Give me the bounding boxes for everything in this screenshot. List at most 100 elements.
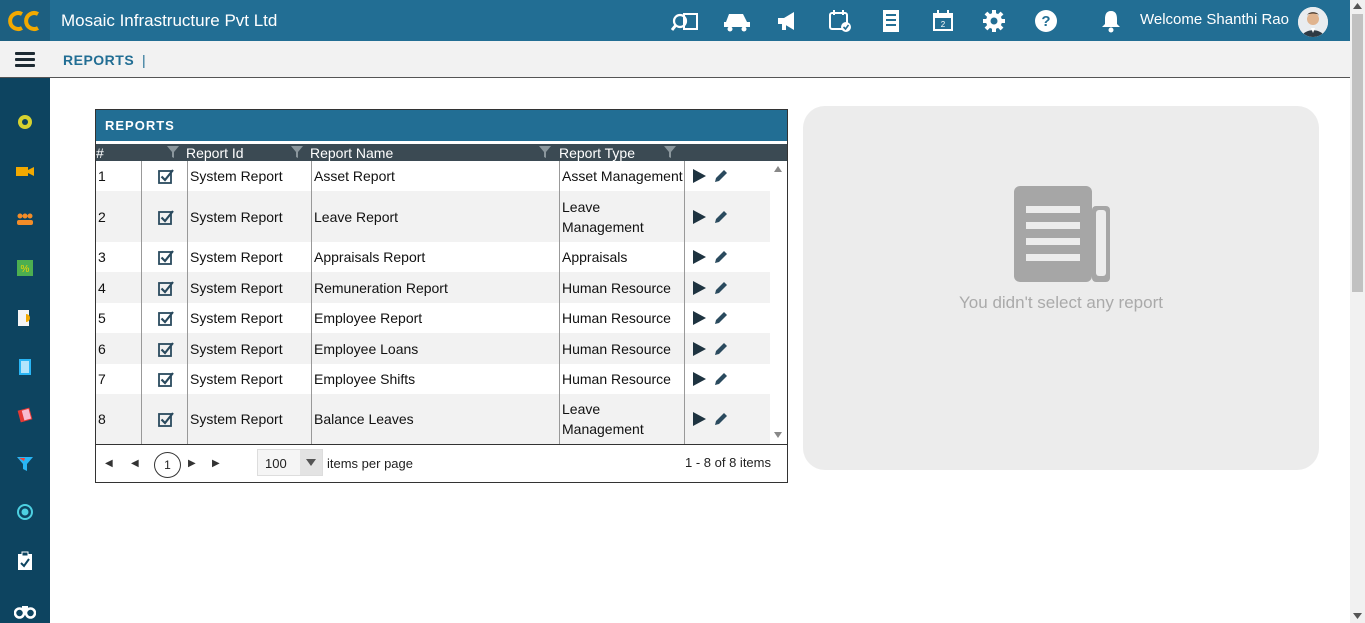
next-page-icon[interactable]: ▶: [188, 458, 196, 469]
eraser-icon[interactable]: [13, 403, 37, 427]
table-row[interactable]: 8 System Report Balance Leaves Leave Man…: [96, 394, 770, 444]
last-page-icon[interactable]: ▶​: [212, 458, 220, 469]
report-name-cell: Appraisals Report: [311, 242, 559, 272]
row-number: 8: [98, 411, 106, 427]
hamburger-menu-icon[interactable]: [15, 52, 35, 68]
table-row[interactable]: 2 System Report Leave Report Leave Manag…: [96, 191, 770, 242]
row-checkbox[interactable]: [141, 394, 187, 444]
edit-pencil-icon[interactable]: [713, 209, 729, 225]
report-type-cell: Human Resource: [559, 364, 684, 394]
row-checkbox[interactable]: [141, 272, 187, 303]
row-checkbox[interactable]: [141, 191, 187, 242]
scroll-up-icon[interactable]: [774, 166, 782, 172]
edit-pencil-icon[interactable]: [713, 168, 729, 184]
scroll-down-icon[interactable]: [1353, 613, 1362, 619]
document-list-icon[interactable]: [876, 6, 906, 36]
column-header-report-id[interactable]: Report Id: [186, 145, 244, 161]
row-checkbox[interactable]: [141, 242, 187, 272]
document-icon[interactable]: [13, 306, 37, 330]
checkbox-checked-icon: [157, 341, 174, 357]
checkbox-checked-icon: [157, 280, 174, 296]
row-actions: [684, 394, 770, 444]
logo-icon: [8, 10, 39, 31]
row-checkbox[interactable]: [141, 364, 187, 394]
search-report-icon[interactable]: [670, 6, 700, 36]
gear-icon[interactable]: [979, 6, 1009, 36]
binoculars-icon[interactable]: [13, 599, 37, 623]
column-filter-icon[interactable]: [291, 146, 303, 158]
target-icon[interactable]: [13, 500, 37, 524]
row-number: 6: [98, 340, 106, 357]
avatar[interactable]: [1298, 7, 1328, 37]
report-preview: You didn't select any report: [803, 106, 1319, 470]
run-report-icon[interactable]: [691, 249, 707, 265]
row-checkbox[interactable]: [141, 303, 187, 333]
filter-icon[interactable]: [13, 452, 37, 476]
table-row[interactable]: 7 System Report Employee Shifts Human Re…: [96, 364, 770, 394]
help-icon[interactable]: ?: [1031, 6, 1061, 36]
header-toolbar: 2 ?: [670, 6, 1148, 36]
row-number: 2: [98, 208, 106, 225]
edit-pencil-icon[interactable]: [713, 341, 729, 357]
megaphone-icon[interactable]: [773, 6, 803, 36]
row-checkbox[interactable]: [141, 333, 187, 364]
table-row[interactable]: 3 System Report Appraisals Report Apprai…: [96, 242, 770, 272]
edit-pencil-icon[interactable]: [713, 371, 729, 387]
column-header-report-type[interactable]: Report Type: [559, 145, 635, 161]
run-report-icon[interactable]: [691, 411, 707, 427]
report-id-cell: System Report: [187, 242, 311, 272]
page-size-value: 100: [265, 456, 287, 471]
pager-info: 1 - 8 of 8 items: [685, 455, 771, 470]
run-report-icon[interactable]: [691, 341, 707, 357]
run-report-icon[interactable]: [691, 209, 707, 225]
reports-panel: REPORTS # Report Id Report Name Report T…: [95, 109, 788, 483]
dashboard-icon[interactable]: [13, 110, 37, 134]
edit-pencil-icon[interactable]: [713, 411, 729, 427]
previous-page-icon[interactable]: ◀: [131, 458, 139, 469]
calendar-check-icon[interactable]: [825, 6, 855, 36]
clipboard-icon[interactable]: [13, 549, 37, 573]
table-row[interactable]: 6 System Report Employee Loans Human Res…: [96, 333, 770, 364]
table-row[interactable]: 4 System Report Remuneration Report Huma…: [96, 272, 770, 303]
row-number: 7: [98, 371, 106, 387]
table-row[interactable]: 1 System Report Asset Report Asset Manag…: [96, 161, 770, 191]
chevron-down-icon[interactable]: [300, 450, 322, 475]
grid-scrollbar[interactable]: [770, 161, 787, 444]
run-report-icon[interactable]: [691, 280, 707, 296]
scroll-down-icon[interactable]: [774, 432, 782, 438]
column-filter-icon[interactable]: [664, 146, 676, 158]
users-icon[interactable]: [13, 207, 37, 231]
first-page-icon[interactable]: ◀​: [105, 458, 113, 469]
welcome-user[interactable]: Welcome Shanthi Rao: [1140, 11, 1289, 28]
table-row[interactable]: 5 System Report Employee Report Human Re…: [96, 303, 770, 333]
column-header-report-name[interactable]: Report Name: [310, 145, 393, 161]
vehicle-icon[interactable]: [722, 6, 752, 36]
column-header-num[interactable]: #: [96, 145, 104, 161]
calendar-icon[interactable]: 2: [928, 6, 958, 36]
book-icon[interactable]: [13, 355, 37, 379]
page-scrollbar[interactable]: [1350, 0, 1365, 623]
finance-icon[interactable]: %: [13, 256, 37, 280]
current-page[interactable]: 1: [154, 452, 181, 478]
report-type-cell: Asset Management: [559, 161, 684, 191]
breadcrumb[interactable]: REPORTS: [63, 52, 134, 68]
scroll-thumb[interactable]: [1352, 14, 1363, 292]
app-logo[interactable]: [0, 0, 50, 41]
column-filter-icon[interactable]: [539, 146, 551, 158]
report-type-cell: Leave Management: [559, 394, 669, 444]
video-icon[interactable]: [13, 159, 37, 183]
run-report-icon[interactable]: [691, 168, 707, 184]
run-report-icon[interactable]: [691, 310, 707, 326]
page-size-select[interactable]: 100: [257, 449, 323, 476]
scroll-up-icon[interactable]: [1353, 3, 1362, 9]
bell-icon[interactable]: [1096, 6, 1126, 36]
edit-pencil-icon[interactable]: [713, 249, 729, 265]
run-report-icon[interactable]: [691, 371, 707, 387]
checkbox-checked-icon: [157, 209, 174, 225]
row-checkbox[interactable]: [141, 161, 187, 191]
svg-text:2: 2: [940, 20, 945, 29]
edit-pencil-icon[interactable]: [713, 310, 729, 326]
column-filter-icon[interactable]: [167, 146, 179, 158]
edit-pencil-icon[interactable]: [713, 280, 729, 296]
svg-text:%: %: [21, 264, 30, 275]
